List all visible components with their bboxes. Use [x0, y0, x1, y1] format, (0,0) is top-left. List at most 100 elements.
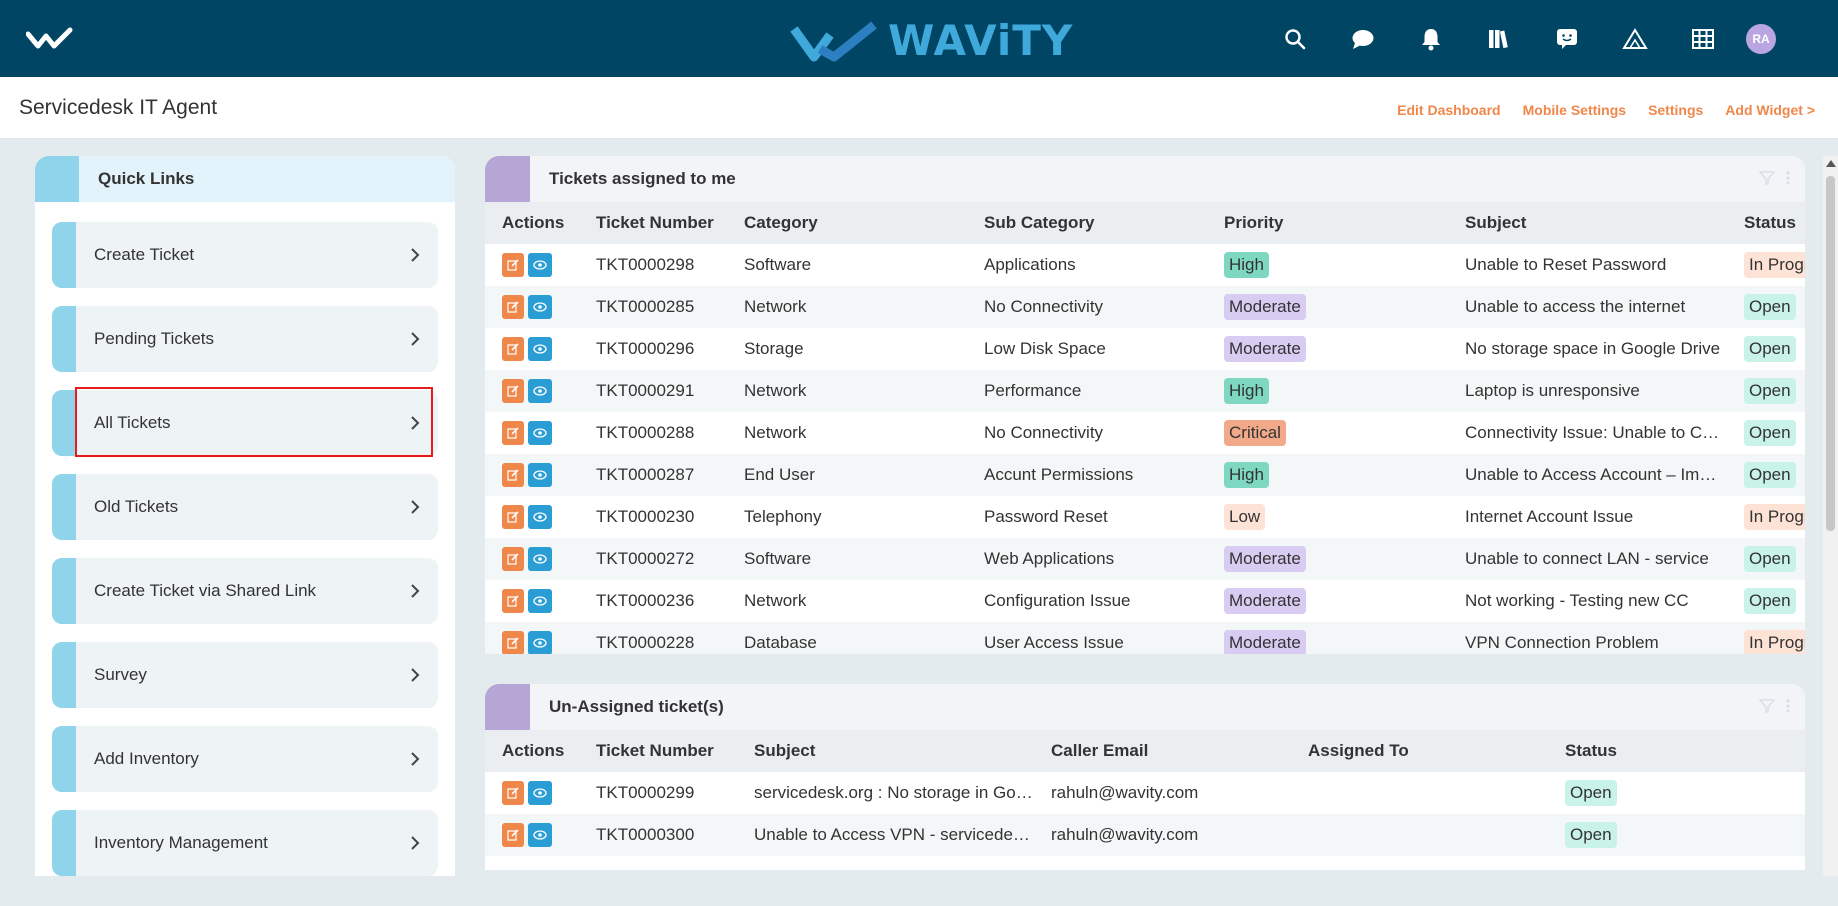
ticket-number-cell[interactable]: TKT0000298 — [579, 244, 727, 286]
actions-cell — [485, 580, 579, 622]
mobile-settings-link[interactable]: Mobile Settings — [1523, 102, 1626, 118]
status-cell: Open — [1727, 580, 1805, 622]
edit-icon[interactable] — [502, 463, 524, 487]
scroll-up-arrow-icon[interactable] — [1826, 160, 1836, 167]
more-vert-icon[interactable] — [1785, 698, 1791, 714]
edit-icon[interactable] — [502, 337, 524, 361]
table-row[interactable]: TKT0000228 Database User Access Issue Moder… — [485, 622, 1805, 654]
ticket-number-cell[interactable]: TKT0000296 — [579, 328, 727, 370]
view-icon[interactable] — [528, 781, 552, 805]
quick-link-create-ticket[interactable]: Create Ticket — [52, 222, 438, 288]
view-icon[interactable] — [528, 547, 552, 571]
view-icon[interactable] — [528, 505, 552, 529]
ticket-number-cell[interactable]: TKT0000230 — [579, 496, 727, 538]
view-icon[interactable] — [528, 337, 552, 361]
settings-link[interactable]: Settings — [1648, 102, 1703, 118]
table-row[interactable]: TKT0000291 Network Performance High Laptop i… — [485, 370, 1805, 412]
ticket-number-cell[interactable]: TKT0000291 — [579, 370, 727, 412]
ticket-number-cell[interactable]: TKT0000272 — [579, 538, 727, 580]
quick-link-old-tickets[interactable]: Old Tickets — [52, 474, 438, 540]
view-icon[interactable] — [528, 379, 552, 403]
column-header[interactable]: Status — [1727, 202, 1805, 244]
grid-icon[interactable] — [1686, 22, 1720, 56]
column-header[interactable]: Subject — [1448, 202, 1727, 244]
edit-icon[interactable] — [502, 295, 524, 319]
ticket-number-cell[interactable]: TKT0000236 — [579, 580, 727, 622]
view-icon[interactable] — [528, 631, 552, 654]
quick-link-label: Pending Tickets — [94, 329, 215, 348]
edit-dashboard-link[interactable]: Edit Dashboard — [1397, 102, 1500, 118]
column-header[interactable]: Category — [727, 202, 967, 244]
edit-icon[interactable] — [502, 421, 524, 445]
edit-icon[interactable] — [502, 379, 524, 403]
column-header[interactable]: Ticket Number — [579, 730, 737, 772]
view-icon[interactable] — [528, 253, 552, 277]
edit-icon[interactable] — [502, 589, 524, 613]
category-cell: Storage — [744, 339, 804, 358]
edit-icon[interactable] — [502, 823, 524, 847]
table-row[interactable]: TKT0000230 Telephony Password Reset Low Inte… — [485, 496, 1805, 538]
table-row[interactable]: TKT0000287 End User Accunt Permissions High… — [485, 454, 1805, 496]
ticket-number-cell[interactable]: TKT0000300 — [579, 814, 737, 856]
view-icon[interactable] — [528, 295, 552, 319]
column-header[interactable]: Priority — [1207, 202, 1448, 244]
feedback-icon[interactable] — [1550, 22, 1584, 56]
priority-cell: Critical — [1207, 412, 1448, 454]
quick-link-add-inventory[interactable]: Add Inventory — [52, 726, 438, 792]
column-header[interactable]: Ticket Number — [579, 202, 727, 244]
ticket-number-cell[interactable]: TKT0000288 — [579, 412, 727, 454]
edit-icon[interactable] — [502, 505, 524, 529]
user-avatar[interactable]: RA — [1746, 24, 1776, 54]
view-icon[interactable] — [528, 823, 552, 847]
bell-icon[interactable] — [1414, 22, 1448, 56]
priority-cell-badge: Moderate — [1224, 336, 1306, 362]
view-icon[interactable] — [528, 463, 552, 487]
ticket-number-cell[interactable]: TKT0000285 — [579, 286, 727, 328]
view-icon[interactable] — [528, 421, 552, 445]
quick-link-label: All Tickets — [94, 413, 171, 432]
header-links: Edit Dashboard Mobile Settings Settings … — [1375, 102, 1815, 118]
actions-cell — [485, 814, 579, 856]
quick-link-inventory-management[interactable]: Inventory Management — [52, 810, 438, 876]
table-row[interactable]: TKT0000300 Unable to Access VPN - service… — [485, 814, 1805, 856]
filter-icon[interactable] — [1759, 698, 1775, 714]
table-row[interactable]: TKT0000296 Storage Low Disk Space Moderate N… — [485, 328, 1805, 370]
add-widget-link[interactable]: Add Widget > — [1725, 102, 1815, 118]
search-icon[interactable] — [1278, 22, 1312, 56]
quick-link-all-tickets[interactable]: All Tickets — [52, 390, 438, 456]
table-row[interactable]: TKT0000285 Network No Connectivity Moderate… — [485, 286, 1805, 328]
caller-email-cell: rahuln@wavity.com — [1051, 783, 1199, 802]
filter-icon[interactable] — [1759, 170, 1775, 186]
unassigned-tickets-widget: Un-Assigned ticket(s) Actions Ticket Num… — [485, 684, 1805, 870]
more-vert-icon[interactable] — [1785, 170, 1791, 186]
column-header[interactable]: Sub Category — [967, 202, 1207, 244]
status-cell-badge: Open — [1744, 462, 1796, 488]
table-row[interactable]: TKT0000299 servicedesk.org : No storage i… — [485, 772, 1805, 814]
table-row[interactable]: TKT0000272 Software Web Applications Modera… — [485, 538, 1805, 580]
edit-icon[interactable] — [502, 547, 524, 571]
scrollbar-thumb[interactable] — [1826, 176, 1835, 531]
edit-icon[interactable] — [502, 631, 524, 654]
priority-cell-badge: Critical — [1224, 420, 1286, 446]
view-icon[interactable] — [528, 589, 552, 613]
library-icon[interactable] — [1482, 22, 1516, 56]
chat-icon[interactable] — [1346, 22, 1380, 56]
edit-icon[interactable] — [502, 781, 524, 805]
ticket-number-cell[interactable]: TKT0000287 — [579, 454, 727, 496]
quick-link-pending-tickets[interactable]: Pending Tickets — [52, 306, 438, 372]
tent-icon[interactable] — [1618, 22, 1652, 56]
column-header[interactable]: Assigned To — [1291, 730, 1548, 772]
edit-icon[interactable] — [502, 253, 524, 277]
ticket-number-cell[interactable]: TKT0000228 — [579, 622, 727, 654]
table-row[interactable]: TKT0000288 Network No Connectivity Critical… — [485, 412, 1805, 454]
column-header[interactable]: Subject — [737, 730, 1034, 772]
quick-link-create-ticket-shared-link[interactable]: Create Ticket via Shared Link — [52, 558, 438, 624]
home-logo-icon[interactable] — [25, 26, 76, 57]
column-header[interactable]: Status — [1548, 730, 1805, 772]
table-row[interactable]: TKT0000236 Network Configuration Issue Mode… — [485, 580, 1805, 622]
table-row[interactable]: TKT0000298 Software Applications High Unable… — [485, 244, 1805, 286]
column-header[interactable]: Caller Email — [1034, 730, 1291, 772]
ticket-number-cell[interactable]: TKT0000299 — [579, 772, 737, 814]
header-stripe — [485, 684, 530, 730]
quick-link-survey[interactable]: Survey — [52, 642, 438, 708]
